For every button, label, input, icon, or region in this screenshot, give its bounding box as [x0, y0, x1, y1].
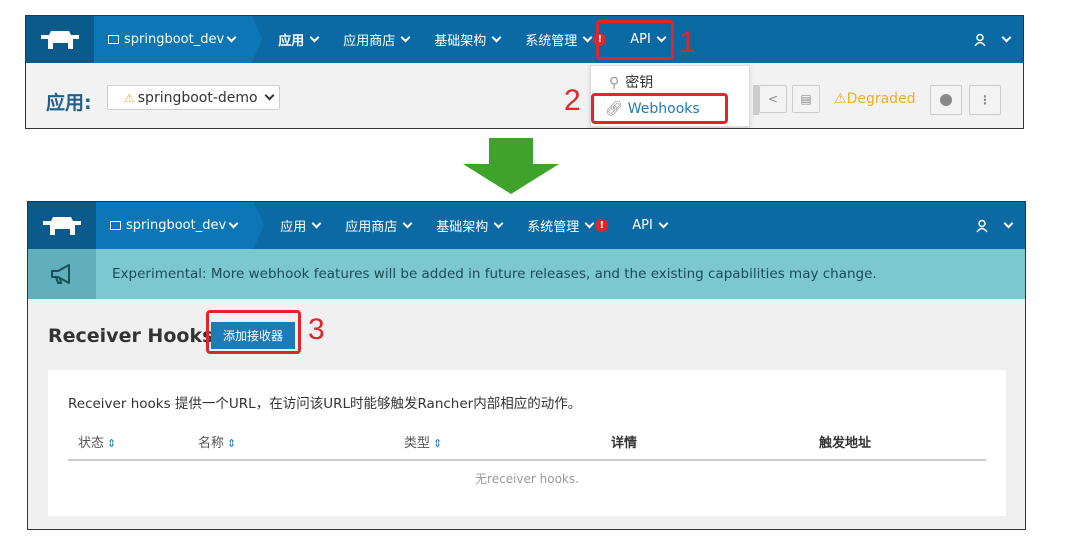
bottom-screenshot: springboot_dev 应用 应用商店 基础架构 系统管理! API Ex… [27, 201, 1026, 530]
annotation-number-1: 1 [679, 26, 696, 59]
nav-infrastructure[interactable]: 基础架构 [434, 30, 503, 49]
stop-icon [940, 94, 952, 106]
more-icon: ⋮ [979, 93, 991, 107]
chevron-down-icon [226, 32, 237, 43]
key-icon: ⚲ [609, 75, 620, 91]
nav-infrastructure[interactable]: 基础架构 [436, 216, 505, 235]
more-button[interactable]: ⋮ [969, 85, 1001, 115]
warning-icon: ⚠ [124, 90, 135, 105]
arrow-down-icon [463, 138, 559, 194]
nav-catalog[interactable]: 应用商店 [345, 216, 414, 235]
column-type[interactable]: 类型 ⇕ [404, 432, 442, 451]
user-icon [976, 219, 988, 232]
share-button[interactable]: < [759, 85, 787, 113]
alert-badge: ! [595, 219, 609, 232]
annotation-number-3: 3 [308, 313, 325, 346]
empty-state: 无receiver hooks. [475, 472, 579, 486]
sort-icon: ⇕ [107, 437, 117, 450]
page-label: 应用: [46, 92, 92, 114]
share-icon: < [767, 92, 779, 106]
column-details: 详情 [611, 436, 638, 451]
menu-item-keys[interactable]: ⚲ 密钥 [609, 72, 653, 92]
folder-icon [110, 221, 121, 230]
page-title: Receiver Hooks [48, 325, 214, 347]
folder-icon [108, 35, 119, 44]
bottom-navbar: springboot_dev 应用 应用商店 基础架构 系统管理! API [28, 202, 1025, 249]
sort-icon: ⇕ [227, 437, 237, 450]
stop-button[interactable] [930, 85, 962, 115]
sort-icon: ⇕ [433, 437, 443, 450]
cow-logo-icon[interactable] [26, 16, 94, 63]
column-status[interactable]: 状态 ⇕ [78, 432, 116, 451]
banner-text: Experimental: More webhook features will… [112, 266, 877, 282]
experimental-banner: Experimental: More webhook features will… [28, 249, 1025, 299]
document-icon: ▤ [800, 92, 812, 106]
project-selector[interactable]: springboot_dev [94, 16, 263, 63]
nav-apps[interactable]: 应用 [280, 216, 323, 235]
nav-admin[interactable]: 系统管理! [525, 30, 607, 49]
cow-logo-icon[interactable] [28, 202, 96, 249]
nav-api[interactable]: API [632, 218, 670, 233]
nav-admin[interactable]: 系统管理! [527, 216, 609, 235]
column-name[interactable]: 名称 ⇕ [198, 432, 236, 451]
megaphone-icon [28, 249, 96, 299]
annotation-box-2 [591, 93, 728, 124]
user-menu[interactable] [975, 202, 1015, 249]
nav-catalog[interactable]: 应用商店 [343, 30, 412, 49]
user-icon [974, 33, 986, 46]
user-menu[interactable] [973, 16, 1013, 63]
chevron-down-icon [228, 218, 239, 229]
status-badge: ⚠Degraded [834, 91, 916, 107]
column-trigger-url: 触发地址 [819, 436, 872, 451]
annotation-box-1 [596, 20, 674, 60]
top-screenshot: springboot_dev 应用 应用商店 基础架构 系统管理! API 应用… [25, 15, 1024, 129]
app-select[interactable]: ⚠ springboot-demo [107, 85, 280, 110]
project-selector[interactable]: springboot_dev [96, 202, 265, 249]
top-navbar: springboot_dev 应用 应用商店 基础架构 系统管理! API [26, 16, 1023, 63]
document-button[interactable]: ▤ [792, 85, 820, 113]
description: Receiver hooks 提供一个URL，在访问该URL时能够触发Ranch… [68, 396, 582, 412]
nav-apps[interactable]: 应用 [278, 30, 321, 49]
annotation-box-3 [206, 310, 301, 354]
warning-icon: ⚠ [834, 91, 847, 107]
annotation-number-2: 2 [564, 84, 581, 117]
